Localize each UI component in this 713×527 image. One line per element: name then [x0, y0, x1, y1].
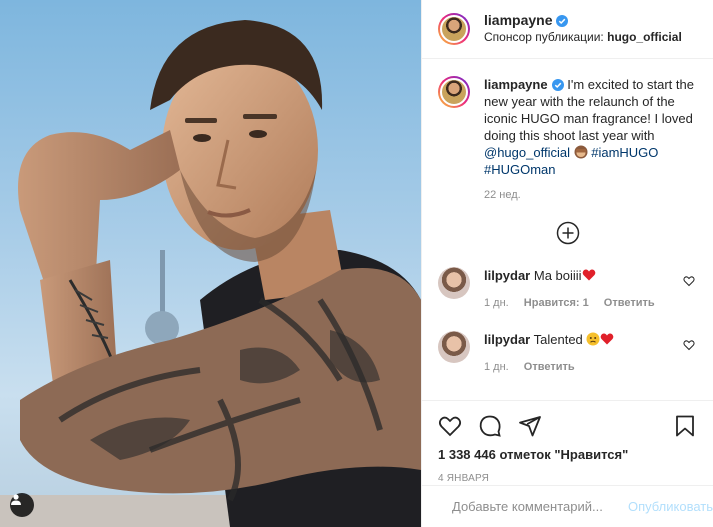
- commenter-username[interactable]: lilpydar: [484, 332, 530, 347]
- user-icon: [11, 494, 21, 505]
- post-photo[interactable]: [0, 0, 421, 527]
- comment-meta: 1 дн. Ответить: [484, 361, 684, 373]
- red-heart-icon: [601, 333, 614, 345]
- likes-count[interactable]: 1 338 446 отметок "Нравится": [438, 447, 697, 462]
- share-icon[interactable]: [518, 414, 542, 438]
- author-username[interactable]: liampayne: [484, 12, 552, 29]
- see-no-evil-monkey-icon: [574, 145, 588, 159]
- comment-icon[interactable]: [478, 414, 502, 438]
- publish-button[interactable]: Опубликовать: [628, 499, 713, 514]
- sponsor-account-link[interactable]: hugo_official: [607, 30, 682, 44]
- instagram-post: liampayne Спонсор публикации: hugo_offic…: [0, 0, 713, 527]
- comment-item: lilpydar Ma boiiii 1 дн. Нравится: 1 Отв…: [438, 267, 697, 309]
- commenter-avatar[interactable]: [438, 267, 470, 299]
- plus-circle-icon[interactable]: [556, 221, 580, 245]
- comment-age: 1 дн.: [484, 361, 509, 373]
- comment-text: Ma boiiii: [533, 268, 582, 283]
- heart-icon[interactable]: [683, 275, 695, 287]
- add-comment-bar: Опубликовать: [422, 485, 713, 527]
- reply-button[interactable]: Ответить: [524, 361, 575, 373]
- author-avatar[interactable]: [438, 13, 470, 45]
- post-side-panel: liampayne Спонсор публикации: hugo_offic…: [421, 0, 713, 527]
- caption-username[interactable]: liampayne: [484, 76, 548, 93]
- heart-icon[interactable]: [683, 339, 695, 351]
- post-actions: 1 338 446 отметок "Нравится" 4 ЯНВАРЯ: [422, 400, 713, 484]
- verified-badge-icon: [551, 78, 564, 91]
- photo-illustration: [0, 20, 421, 527]
- bookmark-icon[interactable]: [673, 414, 697, 438]
- red-heart-icon: [582, 269, 595, 281]
- comment-age: 1 дн.: [484, 297, 509, 309]
- heart-icon[interactable]: [438, 414, 462, 438]
- mention-link[interactable]: @hugo_official: [484, 145, 570, 160]
- commenter-avatar[interactable]: [438, 331, 470, 363]
- post-header: liampayne Спонсор публикации: hugo_offic…: [422, 0, 713, 59]
- caption-time: 22 нед.: [484, 189, 521, 201]
- hashtag-link[interactable]: #iamHUGO: [591, 145, 658, 160]
- comment-meta: 1 дн. Нравится: 1 Ответить: [484, 297, 684, 309]
- post-date[interactable]: 4 ЯНВАРЯ: [438, 473, 697, 484]
- comment-input[interactable]: [452, 499, 628, 514]
- comment-likes[interactable]: Нравится: 1: [524, 297, 589, 309]
- commenter-username[interactable]: lilpydar: [484, 268, 530, 283]
- caption-avatar[interactable]: [438, 76, 470, 108]
- sad-face-icon: [586, 332, 600, 346]
- tagged-users-button[interactable]: [10, 493, 34, 517]
- sponsor-line: Спонсор публикации: hugo_official: [484, 29, 682, 46]
- comment-text: Talented: [533, 332, 583, 347]
- post-caption: liampayne I'm excited to start the new y…: [438, 76, 697, 201]
- sponsor-prefix: Спонсор публикации:: [484, 30, 604, 44]
- reply-button[interactable]: Ответить: [604, 297, 655, 309]
- hashtag-link[interactable]: #HUGOman: [484, 162, 556, 177]
- comments-section: liampayne I'm excited to start the new y…: [422, 60, 713, 400]
- comment-item: lilpydar Talented 1 дн. Ответить: [438, 331, 697, 373]
- verified-badge-icon: [556, 14, 569, 27]
